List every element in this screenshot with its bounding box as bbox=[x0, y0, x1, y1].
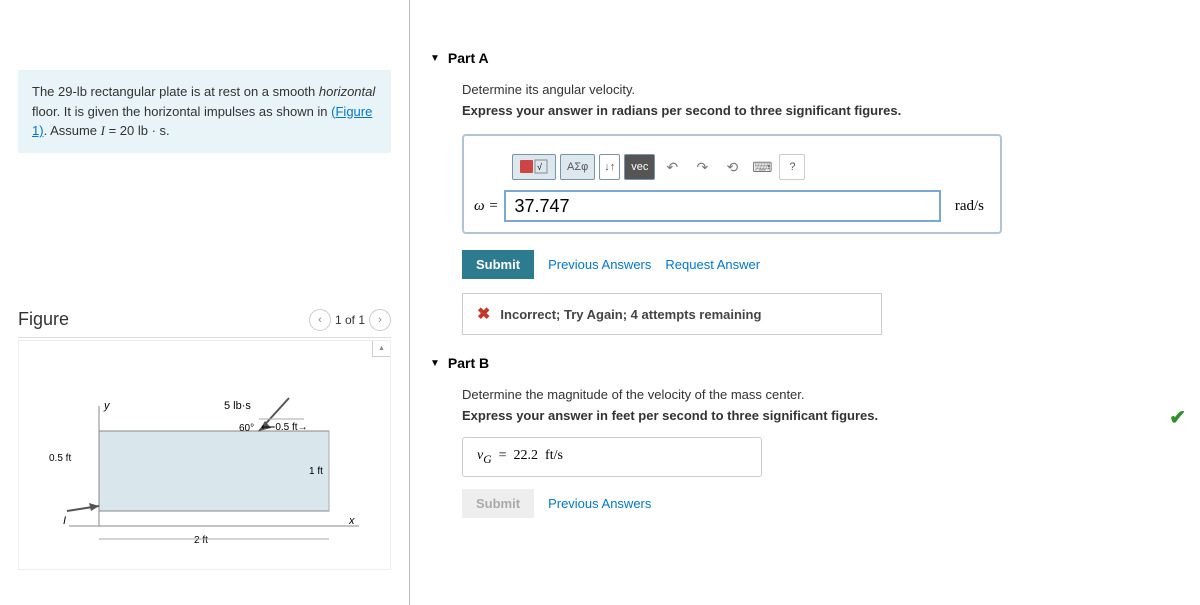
problem-statement: The 29-lb rectangular plate is at rest o… bbox=[18, 70, 391, 153]
figure-counter: 1 of 1 bbox=[335, 313, 365, 327]
undo-button[interactable]: ↶ bbox=[659, 154, 685, 180]
submit-button-b: Submit bbox=[462, 489, 534, 518]
two-ft: 2 ft bbox=[194, 535, 208, 546]
check-icon: ✔ bbox=[1169, 405, 1186, 430]
figure-title: Figure bbox=[18, 309, 69, 330]
greek-button[interactable]: ΑΣφ bbox=[560, 154, 595, 180]
impulse-I: I bbox=[63, 515, 66, 527]
one-ft: 1 ft bbox=[309, 466, 323, 477]
feedback-box: ✖ Incorrect; Try Again; 4 attempts remai… bbox=[462, 293, 882, 335]
figure-next-button[interactable]: › bbox=[369, 309, 391, 331]
axis-y-label: y bbox=[103, 400, 111, 412]
figure-prev-button[interactable]: ‹ bbox=[309, 309, 331, 331]
part-a-answer-box: √ ΑΣφ ↓↑ vec ↶ ↷ ⟲ ⌨ ? ω = rad/s bbox=[462, 134, 1002, 234]
caret-down-icon: ▼ bbox=[430, 358, 440, 369]
scroll-up-icon[interactable]: ▲ bbox=[372, 341, 390, 357]
unit-label: rad/s bbox=[955, 198, 984, 215]
half-ft-left: 0.5 ft bbox=[49, 453, 71, 464]
figure-area: ▲ y x 5 lb·s 60° ⟵0.5 ft→ 1 ft 0.5 ft 2 … bbox=[18, 340, 391, 570]
omega-input[interactable] bbox=[504, 190, 940, 222]
axis-x-label: x bbox=[348, 515, 355, 527]
omega-label: ω = bbox=[474, 198, 498, 215]
caret-down-icon: ▼ bbox=[430, 53, 440, 64]
part-b-header[interactable]: ▼ Part B bbox=[430, 355, 1180, 371]
reset-button[interactable]: ⟲ bbox=[719, 154, 745, 180]
templates-button[interactable]: √ bbox=[512, 154, 556, 180]
previous-answers-link-a[interactable]: Previous Answers bbox=[548, 257, 651, 272]
submit-button-a[interactable]: Submit bbox=[462, 250, 534, 279]
part-a-instruction-2: Express your answer in radians per secon… bbox=[430, 103, 1180, 118]
part-a-instruction-1: Determine its angular velocity. bbox=[430, 82, 1180, 97]
subscript-button[interactable]: ↓↑ bbox=[599, 154, 620, 180]
half-ft-right: ⟵0.5 ft→ bbox=[261, 422, 308, 433]
impulse-label: 5 lb·s bbox=[224, 400, 251, 412]
part-b-answer-box: vG = 22.2 ft/s bbox=[462, 437, 762, 477]
previous-answers-link-b[interactable]: Previous Answers bbox=[548, 496, 651, 511]
request-answer-link[interactable]: Request Answer bbox=[665, 257, 760, 272]
redo-button[interactable]: ↷ bbox=[689, 154, 715, 180]
keyboard-icon[interactable]: ⌨ bbox=[749, 154, 775, 180]
part-a-header[interactable]: ▼ Part A bbox=[430, 50, 1180, 66]
svg-text:√: √ bbox=[537, 162, 542, 172]
part-b-instruction-1: Determine the magnitude of the velocity … bbox=[430, 387, 1180, 402]
vec-button[interactable]: vec bbox=[624, 154, 655, 180]
help-button[interactable]: ? bbox=[779, 154, 805, 180]
incorrect-icon: ✖ bbox=[477, 304, 490, 324]
part-b-instruction-2: Express your answer in feet per second t… bbox=[430, 408, 1180, 423]
angle-label: 60° bbox=[239, 423, 254, 434]
